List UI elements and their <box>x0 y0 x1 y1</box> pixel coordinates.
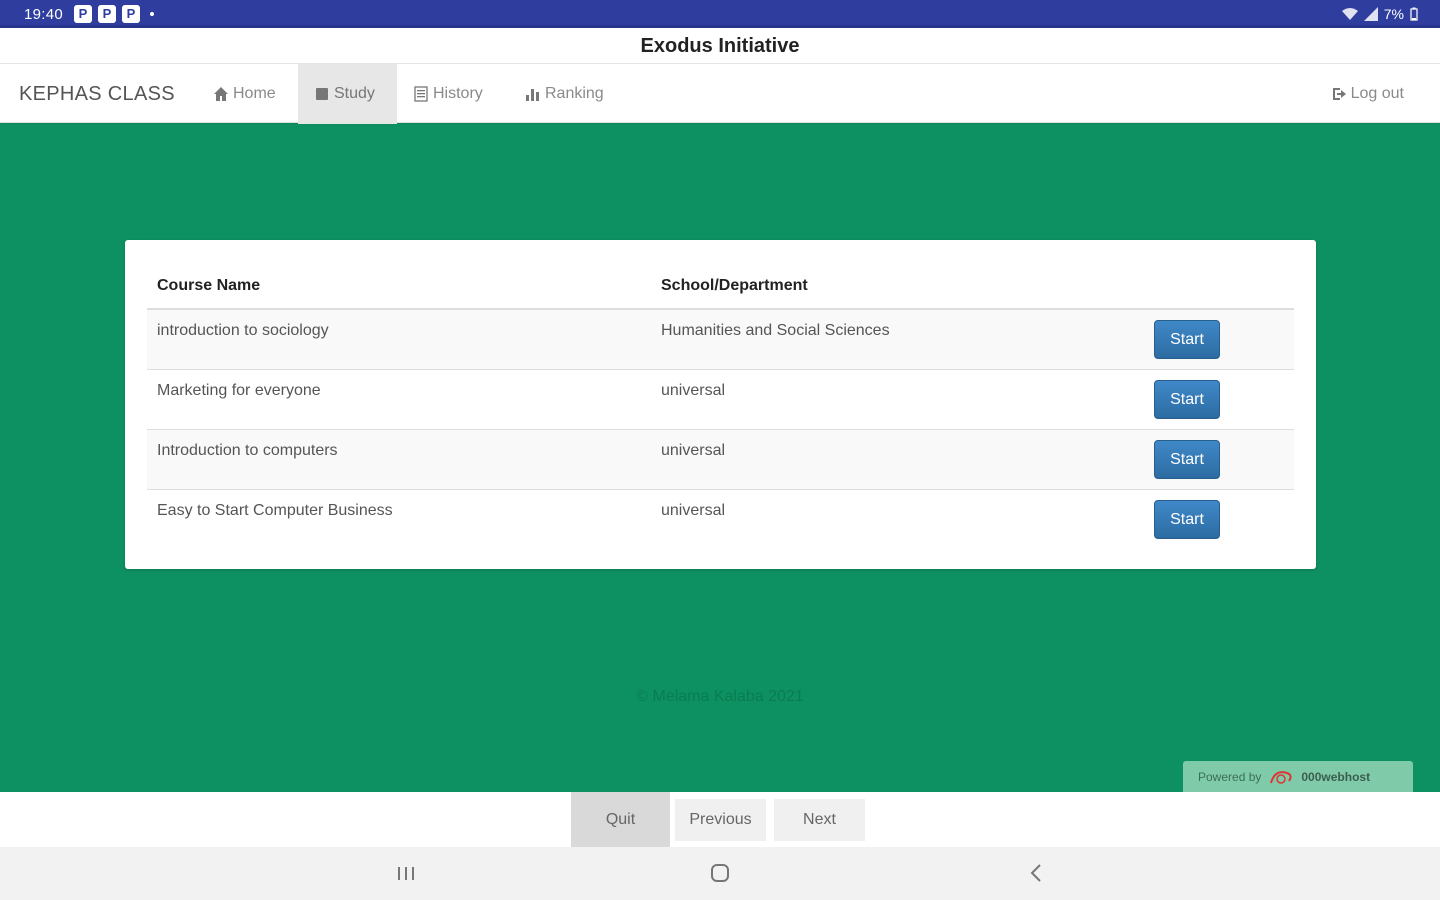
bar-chart-icon <box>526 89 539 101</box>
course-name-cell: Introduction to computers <box>147 429 651 490</box>
powered-by-label: Powered by <box>1198 769 1262 784</box>
previous-button[interactable]: Previous <box>675 799 766 841</box>
back-icon[interactable] <box>1025 861 1049 885</box>
app-title-bar: Exodus Initiative <box>0 28 1440 64</box>
top-navbar: KEPHAS CLASS Home Study History Ranking … <box>0 63 1440 124</box>
logout-icon <box>1332 88 1346 100</box>
wifi-icon <box>1341 8 1358 20</box>
swirl-icon <box>1270 770 1292 784</box>
notification-badge: P <box>122 5 140 23</box>
host-logo: 000webhost <box>1269 767 1370 787</box>
more-notifications-dot <box>150 12 154 16</box>
next-button[interactable]: Next <box>774 799 865 841</box>
nav-ranking-label: Ranking <box>545 85 604 102</box>
department-cell: universal <box>651 429 1144 490</box>
courses-table: Course Name School/Department introducti… <box>147 264 1294 549</box>
nav-logout-label: Log out <box>1350 85 1404 102</box>
powered-by-badge[interactable]: Powered by 000webhost <box>1183 761 1413 792</box>
nav-study[interactable]: Study <box>298 64 397 124</box>
quit-button[interactable]: Quit <box>571 792 670 847</box>
nav-history[interactable]: History <box>397 64 499 124</box>
header-department: School/Department <box>651 264 1144 310</box>
nav-logout[interactable]: Log out <box>1315 64 1420 124</box>
nav-home[interactable]: Home <box>197 64 292 124</box>
home-icon <box>214 87 228 101</box>
status-right: 7% <box>1341 6 1418 22</box>
start-button[interactable]: Start <box>1154 379 1220 419</box>
action-cell: Start <box>1144 369 1294 430</box>
nav-history-label: History <box>433 85 483 102</box>
copyright-footer: © Melama Kalaba 2021 <box>636 688 804 705</box>
table-row: Easy to Start Computer Business universa… <box>147 489 1294 549</box>
notification-badge: P <box>74 5 92 23</box>
course-name-cell: introduction to sociology <box>147 309 651 370</box>
action-cell: Start <box>1144 309 1294 370</box>
action-cell: Start <box>1144 489 1294 549</box>
start-button[interactable]: Start <box>1154 439 1220 479</box>
book-icon <box>316 88 328 100</box>
signal-icon <box>1363 7 1378 21</box>
recent-apps-icon[interactable] <box>394 861 418 885</box>
notification-badge: P <box>98 5 116 23</box>
home-system-icon[interactable] <box>708 861 732 885</box>
header-action <box>1144 264 1294 310</box>
action-cell: Start <box>1144 429 1294 490</box>
status-bar: 19:40 P P P 7% <box>0 0 1440 28</box>
notification-badges: P P P <box>74 5 154 23</box>
course-name-cell: Easy to Start Computer Business <box>157 501 393 519</box>
table-row: Marketing for everyone universal Start <box>147 369 1294 430</box>
start-button[interactable]: Start <box>1154 320 1220 359</box>
bottom-action-bar: Quit Previous Next <box>0 792 1440 847</box>
header-course-name: Course Name <box>147 264 651 310</box>
nav-home-label: Home <box>233 85 276 102</box>
department-cell: universal <box>651 369 1144 430</box>
battery-level: 7% <box>1383 6 1404 22</box>
start-button[interactable]: Start <box>1154 499 1220 539</box>
table-row: introduction to sociology Humanities and… <box>147 309 1294 370</box>
host-brand: 000webhost <box>1301 769 1371 784</box>
courses-panel: Course Name School/Department introducti… <box>125 240 1316 569</box>
list-icon <box>414 86 428 102</box>
status-time: 19:40 <box>24 6 64 23</box>
course-name-cell: Marketing for everyone <box>147 369 651 430</box>
table-header-row: Course Name School/Department <box>147 264 1294 310</box>
app-title: Exodus Initiative <box>640 35 800 57</box>
table-row: Introduction to computers universal Star… <box>147 429 1294 490</box>
system-navigation-bar <box>0 847 1440 900</box>
brand-link[interactable]: KEPHAS CLASS <box>19 83 175 106</box>
department-cell: Humanities and Social Sciences <box>651 309 1144 370</box>
department-cell: universal <box>661 501 726 519</box>
nav-study-label: Study <box>334 85 375 102</box>
nav-ranking[interactable]: Ranking <box>509 64 620 124</box>
battery-icon <box>1410 7 1418 21</box>
